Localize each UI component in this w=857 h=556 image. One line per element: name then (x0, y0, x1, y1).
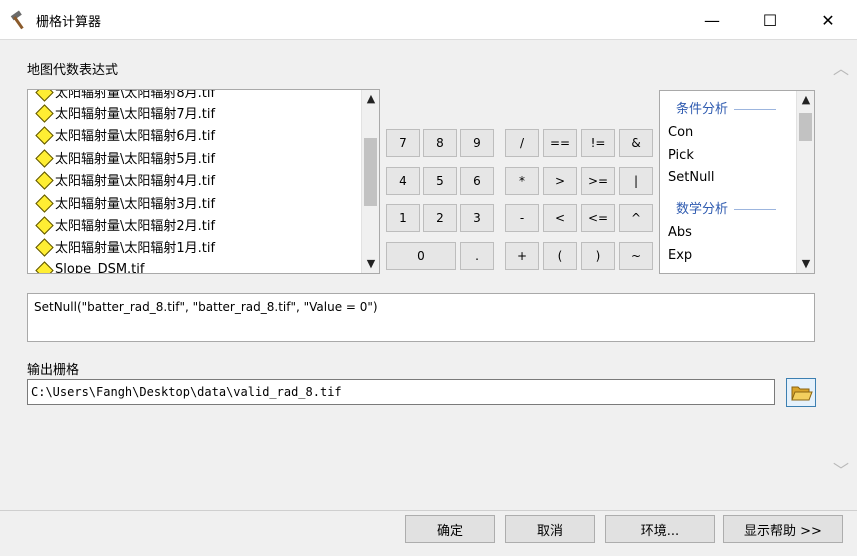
function-item-exp[interactable]: Exp (668, 248, 692, 263)
expression-text: SetNull("batter_rad_8.tif", "batter_rad_… (34, 300, 378, 314)
scroll-thumb[interactable] (364, 138, 377, 206)
raster-layer-icon (36, 217, 51, 232)
raster-layer-icon (36, 150, 51, 165)
cancel-button[interactable]: 取消 (505, 515, 595, 543)
layer-label: 太阳辐射量\太阳辐射7月.tif (55, 106, 216, 122)
key-open-paren[interactable]: ( (543, 242, 577, 270)
show-help-button[interactable]: 显示帮助 >> (723, 515, 843, 543)
key-minus[interactable]: - (505, 204, 539, 232)
key-multiply[interactable]: * (505, 167, 539, 195)
maximize-button[interactable]: ☐ (741, 0, 799, 40)
environments-button[interactable]: 环境... (605, 515, 715, 543)
function-item-setnull[interactable]: SetNull (668, 170, 715, 185)
key-xor[interactable]: ^ (619, 204, 653, 232)
dialog-scrollbar[interactable]: ︿ ﹀ (826, 40, 856, 510)
key-decimal[interactable]: . (460, 242, 494, 270)
key-1[interactable]: 1 (386, 204, 420, 232)
divider (734, 109, 777, 110)
output-label: 输出栅格 (27, 363, 80, 378)
key-8[interactable]: 8 (423, 129, 457, 157)
layer-list-scrollbar[interactable]: ▲ ▼ (361, 90, 379, 273)
layer-item[interactable]: 太阳辐射量\太阳辐射5月.tif (36, 146, 215, 168)
key-equal[interactable]: == (543, 129, 577, 157)
scroll-down-icon[interactable]: ▼ (362, 255, 379, 273)
raster-layer-icon (36, 172, 51, 187)
layer-label: 太阳辐射量\太阳辐射8月.tif (55, 89, 216, 101)
key-greater[interactable]: > (543, 167, 577, 195)
raster-layer-icon (36, 105, 51, 120)
key-0[interactable]: 0 (386, 242, 456, 270)
raster-layer-icon (36, 90, 51, 99)
key-3[interactable]: 3 (460, 204, 494, 232)
function-item-con[interactable]: Con (668, 125, 693, 140)
function-group-header: 条件分析 (676, 98, 777, 117)
divider (734, 209, 777, 210)
ok-button[interactable]: 确定 (405, 515, 495, 543)
key-divide[interactable]: / (505, 129, 539, 157)
layer-item[interactable]: 太阳辐射量\太阳辐射6月.tif (36, 123, 215, 145)
function-item-pick[interactable]: Pick (668, 148, 694, 163)
key-5[interactable]: 5 (423, 167, 457, 195)
layer-item[interactable]: 太阳辐射量\太阳辐射2月.tif (36, 213, 215, 235)
output-path-field[interactable]: C:\Users\Fangh\Desktop\data\valid_rad_8.… (27, 379, 775, 405)
layer-item[interactable]: 太阳辐射量\太阳辐射3月.tif (36, 191, 215, 213)
scroll-up-icon[interactable]: ▲ (797, 91, 814, 109)
browse-folder-button[interactable] (786, 378, 816, 407)
raster-layer-icon (36, 195, 51, 210)
layer-item[interactable]: Slope_DSM.tif (36, 258, 144, 274)
layer-item[interactable]: 太阳辐射量\太阳辐射4月.tif (36, 168, 215, 190)
raster-layer-icon (36, 239, 51, 254)
expression-textbox[interactable]: SetNull("batter_rad_8.tif", "batter_rad_… (27, 293, 815, 342)
key-less-equal[interactable]: <= (581, 204, 615, 232)
layer-item[interactable]: 太阳辐射量\太阳辐射1月.tif (36, 235, 215, 257)
key-not-equal[interactable]: != (581, 129, 615, 157)
key-7[interactable]: 7 (386, 129, 420, 157)
layer-label: 太阳辐射量\太阳辐射3月.tif (55, 196, 216, 212)
close-button[interactable]: ✕ (799, 0, 857, 40)
open-folder-icon (791, 386, 813, 401)
key-plus[interactable]: + (505, 242, 539, 270)
function-group-label: 数学分析 (676, 202, 729, 217)
key-greater-equal[interactable]: >= (581, 167, 615, 195)
key-not[interactable]: ~ (619, 242, 653, 270)
expression-label: 地图代数表达式 (27, 63, 119, 78)
key-9[interactable]: 9 (460, 129, 494, 157)
function-group-label: 条件分析 (676, 102, 729, 117)
function-list-scrollbar[interactable]: ▲ ▼ (796, 91, 814, 273)
layer-label: 太阳辐射量\太阳辐射5月.tif (55, 151, 216, 167)
key-close-paren[interactable]: ) (581, 242, 615, 270)
layer-label: Slope_DSM.tif (55, 261, 145, 274)
scroll-thumb[interactable] (799, 113, 812, 141)
function-item-abs[interactable]: Abs (668, 225, 692, 240)
key-2[interactable]: 2 (423, 204, 457, 232)
raster-layer-icon (36, 262, 51, 274)
minimize-button[interactable]: — (683, 0, 741, 40)
raster-layer-icon (36, 127, 51, 142)
key-or[interactable]: | (619, 167, 653, 195)
key-6[interactable]: 6 (460, 167, 494, 195)
layer-label: 太阳辐射量\太阳辐射1月.tif (55, 240, 216, 256)
layer-list[interactable]: 太阳辐射量\太阳辐射8月.tif 太阳辐射量\太阳辐射7月.tif 太阳辐射量\… (27, 89, 380, 274)
window-title: 栅格计算器 (36, 15, 102, 30)
scroll-down-icon[interactable]: ▼ (797, 255, 814, 273)
dialog-body: 地图代数表达式 太阳辐射量\太阳辐射8月.tif 太阳辐射量\太阳辐射7月.ti… (0, 40, 857, 510)
key-and[interactable]: & (619, 129, 653, 157)
function-group-header: 数学分析 (676, 198, 777, 217)
hammer-icon (10, 10, 24, 30)
function-list[interactable]: 条件分析 Con Pick SetNull 数学分析 Abs Exp ▲ ▼ (659, 90, 815, 274)
layer-item[interactable]: 太阳辐射量\太阳辐射7月.tif (36, 101, 215, 123)
key-less[interactable]: < (543, 204, 577, 232)
key-4[interactable]: 4 (386, 167, 420, 195)
scroll-up-icon[interactable]: ▲ (362, 90, 379, 108)
layer-label: 太阳辐射量\太阳辐射4月.tif (55, 173, 216, 189)
layer-label: 太阳辐射量\太阳辐射2月.tif (55, 218, 216, 234)
scroll-up-icon[interactable]: ︿ (832, 61, 850, 77)
button-bar: 确定 取消 环境... 显示帮助 >> (0, 510, 857, 556)
output-path-text: C:\Users\Fangh\Desktop\data\valid_rad_8.… (31, 385, 342, 399)
title-bar: 栅格计算器 — ☐ ✕ (0, 0, 857, 40)
layer-label: 太阳辐射量\太阳辐射6月.tif (55, 128, 216, 144)
scroll-down-icon[interactable]: ﹀ (832, 463, 850, 479)
